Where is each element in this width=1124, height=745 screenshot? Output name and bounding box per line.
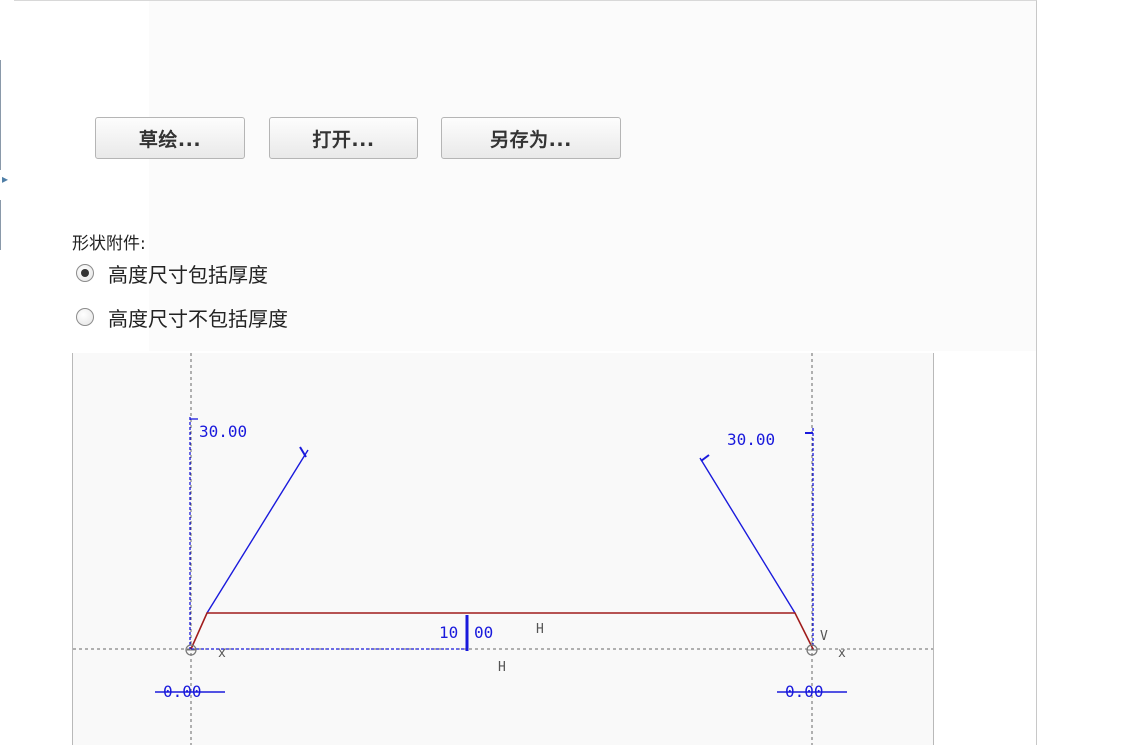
radio-label: 高度尺寸包括厚度	[108, 262, 268, 287]
profile-line	[190, 612, 814, 650]
left-x-axis-label: x	[218, 646, 226, 661]
right-angle-tick	[700, 454, 710, 462]
left-edge-line	[0, 60, 1, 170]
radio-button[interactable]	[76, 308, 94, 326]
radio-option-include-thickness[interactable]: 高度尺寸包括厚度	[76, 259, 268, 287]
left-bottom-dimension: 0.00	[163, 682, 202, 701]
radio-option-exclude-thickness[interactable]: 高度尺寸不包括厚度	[76, 303, 288, 331]
thickness-dimension: 10	[439, 623, 458, 642]
panel-background	[149, 1, 1036, 351]
left-angle-tick	[299, 446, 307, 458]
left-angle-line	[206, 449, 309, 614]
v-label: V	[820, 629, 828, 644]
lower-h-label: H	[498, 660, 506, 675]
open-button[interactable]: 打开...	[269, 117, 418, 159]
left-edge-line	[0, 200, 1, 250]
left-edge-strip: ▸	[0, 60, 14, 250]
shape-preview-diagram: 30.00 30.00 10 00 H H V x x 0.00 0.00	[72, 353, 934, 745]
shape-attachment-label: 形状附件:	[72, 234, 146, 254]
shape-panel: 草绘... 打开... 另存为... 形状附件: 高度尺寸包括厚度 高度尺寸不包…	[14, 0, 1037, 745]
upper-h-label: H	[536, 622, 544, 637]
expand-arrow-icon[interactable]: ▸	[2, 172, 8, 186]
sketch-button[interactable]: 草绘...	[95, 117, 245, 159]
thickness-dimension-decimal: 00	[474, 623, 493, 642]
radio-button-selected[interactable]	[76, 264, 94, 282]
right-x-axis-label: x	[838, 646, 846, 661]
right-angle-dimension: 30.00	[727, 430, 775, 449]
diagram-canvas: 30.00 30.00 10 00 H H V x x 0.00 0.00	[73, 353, 933, 745]
left-angle-dimension: 30.00	[199, 422, 247, 441]
save-as-button[interactable]: 另存为...	[441, 117, 621, 159]
right-bottom-dimension: 0.00	[785, 682, 824, 701]
right-angle-line	[699, 457, 796, 614]
radio-label: 高度尺寸不包括厚度	[108, 306, 288, 331]
